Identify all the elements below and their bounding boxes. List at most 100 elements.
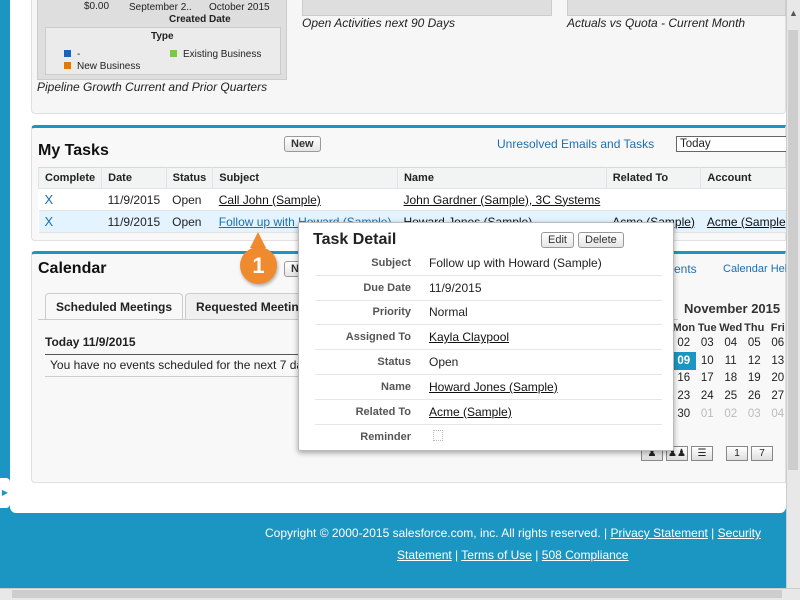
detail-label: Due Date bbox=[363, 281, 411, 294]
calendar-day[interactable]: 17 bbox=[696, 370, 720, 388]
weekday-label: Tue bbox=[697, 322, 717, 334]
open-activities-chart[interactable] bbox=[302, 0, 552, 16]
chart-caption[interactable]: Actuals vs Quota - Current Month bbox=[567, 16, 745, 30]
chart-caption[interactable]: Open Activities next 90 Days bbox=[302, 16, 455, 30]
calendar-day[interactable]: 03 bbox=[696, 334, 720, 352]
vertical-scroll-thumb[interactable] bbox=[788, 30, 798, 470]
callout-pointer bbox=[250, 232, 266, 248]
table-header: Complete Date Status Subject Name Relate… bbox=[37, 167, 797, 189]
detail-value: Follow up with Howard (Sample) bbox=[429, 255, 602, 270]
compliance-link[interactable]: 508 Compliance bbox=[542, 548, 629, 562]
table-row: X 11/9/2015 Open Call John (Sample) John… bbox=[38, 188, 796, 211]
detail-value[interactable]: Acme (Sample) bbox=[429, 405, 512, 419]
detail-row: Due Date 11/9/2015 bbox=[315, 276, 662, 301]
col-account[interactable]: Account bbox=[700, 167, 797, 189]
calendar-day[interactable]: 09 bbox=[672, 351, 696, 370]
calendar-day[interactable]: 01 bbox=[696, 405, 720, 423]
legend-item: - bbox=[64, 49, 80, 60]
list-view-icon[interactable]: ☰ bbox=[691, 446, 713, 461]
col-subject[interactable]: Subject bbox=[212, 167, 398, 189]
col-complete[interactable]: Complete bbox=[37, 167, 103, 189]
calendar-day[interactable]: 12 bbox=[743, 352, 767, 370]
detail-value: 11/9/2015 bbox=[429, 280, 482, 295]
day-view-button[interactable]: 1 bbox=[726, 446, 748, 461]
calendar-day[interactable]: 05 bbox=[743, 334, 767, 352]
step-callout-badge: 1 bbox=[240, 247, 277, 284]
detail-row: Status Open bbox=[315, 350, 662, 375]
mini-calendar-month: November 2015 bbox=[684, 301, 781, 316]
calendar-day[interactable]: 10 bbox=[696, 352, 720, 370]
calendar-tabs: Scheduled Meetings Requested Meetings bbox=[45, 293, 324, 320]
x-axis-label: Created Date bbox=[169, 14, 231, 25]
calendar-day[interactable]: 19 bbox=[743, 370, 767, 388]
security-link[interactable]: Security bbox=[718, 526, 761, 540]
task-account-link[interactable]: Acme (Sample) bbox=[707, 215, 790, 229]
legend-title: Type bbox=[151, 31, 174, 42]
calendar-day[interactable]: 02 bbox=[672, 334, 696, 352]
detail-value[interactable]: Howard Jones (Sample) bbox=[429, 380, 558, 394]
tab-scheduled-meetings[interactable]: Scheduled Meetings bbox=[45, 293, 184, 320]
calendar-day[interactable]: 16 bbox=[672, 370, 696, 388]
reminder-checkbox[interactable] bbox=[411, 429, 443, 444]
task-name-link[interactable]: John Gardner (Sample), 3C Systems bbox=[403, 193, 600, 207]
task-status: Open bbox=[166, 188, 213, 211]
my-tasks-title: My Tasks bbox=[38, 142, 109, 159]
col-date[interactable]: Date bbox=[101, 167, 167, 189]
task-filter-select[interactable]: Today bbox=[676, 136, 791, 152]
new-task-button[interactable]: New bbox=[284, 136, 321, 152]
calendar-day[interactable]: 11 bbox=[719, 352, 743, 370]
edit-button[interactable]: Edit bbox=[541, 232, 574, 248]
legend-item: Existing Business bbox=[170, 49, 261, 60]
footer: Copyright © 2000-2015 salesforce.com, in… bbox=[265, 526, 761, 562]
calendar-day[interactable]: 24 bbox=[696, 387, 720, 405]
terms-link[interactable]: Terms of Use bbox=[461, 548, 532, 562]
task-subject-link[interactable]: Call John (Sample) bbox=[219, 193, 321, 207]
chart-legend: Type - Existing Business New Business bbox=[45, 27, 281, 75]
detail-value[interactable]: Kayla Claypool bbox=[429, 330, 509, 344]
detail-row: Priority Normal bbox=[315, 301, 662, 326]
calendar-day[interactable]: 02 bbox=[719, 405, 743, 423]
calendar-day[interactable]: 18 bbox=[719, 370, 743, 388]
col-status[interactable]: Status bbox=[165, 167, 214, 189]
sidebar-toggle-icon[interactable]: ▶ bbox=[0, 478, 10, 508]
calendar-help-link[interactable]: Calendar Help bbox=[723, 263, 793, 275]
task-date: 11/9/2015 bbox=[101, 188, 167, 211]
week-view-button[interactable]: 7 bbox=[751, 446, 773, 461]
detail-label: Status bbox=[377, 356, 411, 369]
col-name[interactable]: Name bbox=[396, 167, 607, 189]
legend-item: New Business bbox=[64, 61, 140, 72]
calendar-day[interactable]: 03 bbox=[743, 405, 767, 423]
task-detail-title: Task Detail bbox=[313, 231, 397, 248]
mini-calendar: Mon Tue Wed Thu Fri 02 03 04 05 06 09 10 11 12 13 16 17 1… bbox=[672, 322, 790, 423]
detail-row: Assigned To Kayla Claypool bbox=[315, 325, 662, 351]
detail-row: Reminder bbox=[315, 425, 662, 450]
detail-value: Normal bbox=[429, 305, 468, 320]
detail-value: Open bbox=[429, 355, 459, 370]
detail-label: Related To bbox=[355, 405, 411, 418]
actuals-quota-chart[interactable] bbox=[567, 0, 786, 16]
complete-task-link[interactable]: X bbox=[45, 192, 54, 207]
horizontal-scroll-thumb[interactable] bbox=[12, 590, 782, 598]
calendar-title: Calendar bbox=[38, 260, 107, 277]
security-link-cont[interactable]: Statement bbox=[397, 548, 452, 562]
x-tick: October 2015 bbox=[209, 2, 270, 13]
chart-caption[interactable]: Pipeline Growth Current and Prior Quarte… bbox=[37, 80, 267, 94]
detail-label: Reminder bbox=[360, 430, 411, 443]
calendar-day[interactable]: 23 bbox=[672, 387, 696, 405]
calendar-day[interactable]: 04 bbox=[719, 334, 743, 352]
delete-button[interactable]: Delete bbox=[578, 232, 624, 248]
calendar-day[interactable]: 30 bbox=[672, 405, 696, 423]
unresolved-emails-link[interactable]: Unresolved Emails and Tasks bbox=[497, 137, 654, 151]
task-date: 11/9/2015 bbox=[101, 210, 167, 233]
privacy-link[interactable]: Privacy Statement bbox=[610, 526, 707, 540]
weekday-label: Thu bbox=[744, 322, 765, 334]
col-related-to[interactable]: Related To bbox=[605, 167, 702, 189]
detail-label: Priority bbox=[372, 306, 411, 319]
complete-task-link[interactable]: X bbox=[45, 214, 54, 229]
weekday-label: Mon bbox=[672, 322, 696, 334]
weekday-label: Wed bbox=[719, 322, 743, 334]
task-detail-popup: Task Detail Edit Delete Subject Follow up… bbox=[298, 222, 674, 451]
calendar-day[interactable]: 26 bbox=[743, 387, 767, 405]
detail-label: Subject bbox=[371, 256, 411, 269]
calendar-day[interactable]: 25 bbox=[719, 387, 743, 405]
